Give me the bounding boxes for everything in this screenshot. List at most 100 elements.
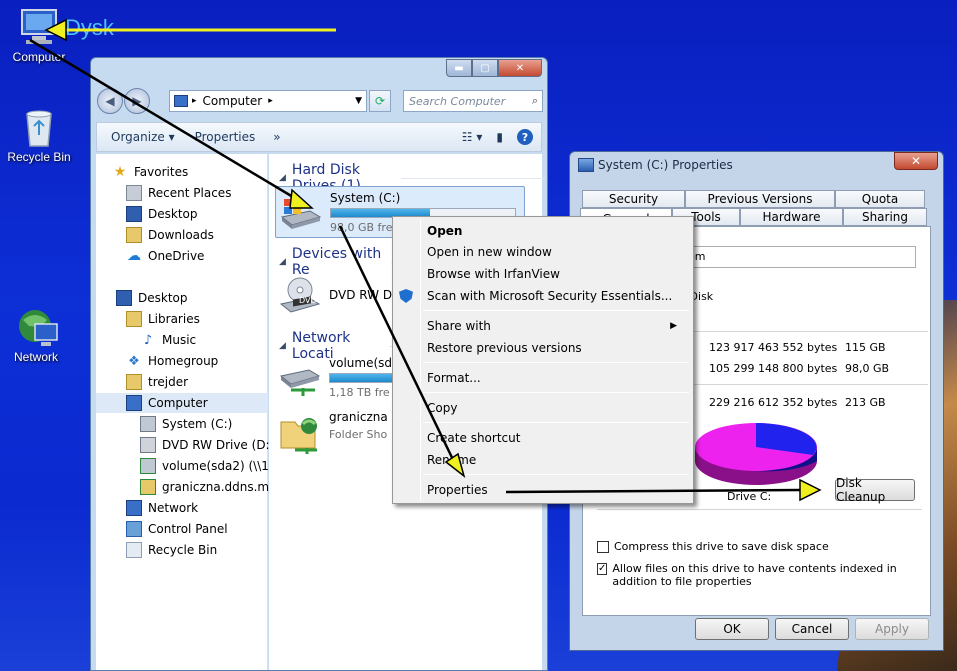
view-options-icon[interactable]: ☷ ▾	[462, 130, 483, 144]
more-commands-button[interactable]: »	[273, 130, 280, 144]
nav-label: Homegroup	[148, 354, 219, 368]
dvd-drive-icon	[279, 276, 321, 313]
context-menu: Open Open in new window Browse with Irfa…	[392, 216, 694, 504]
breadcrumb-computer[interactable]: Computer	[203, 94, 263, 108]
hard-drive-icon	[140, 416, 156, 432]
chevron-down-icon[interactable]: ▼	[355, 96, 362, 106]
drive-name: DVD RW D	[329, 288, 393, 302]
user-folder-icon	[126, 374, 142, 390]
homegroup-icon: ❖	[128, 353, 140, 369]
free-bytes: 105 299 148 800 bytes	[709, 362, 838, 375]
dvd-drive-icon	[140, 437, 156, 453]
disk-cleanup-button[interactable]: Disk Cleanup	[835, 476, 915, 504]
index-checkbox-row[interactable]: ✓ Allow files on this drive to have cont…	[597, 562, 915, 588]
nav-label: Recent Places	[148, 186, 232, 200]
menu-item-copy[interactable]: Copy	[427, 398, 687, 418]
window-controls: ▬ ▢ ✕	[446, 59, 542, 77]
desktop-icon-label: Network	[13, 350, 58, 364]
menu-item-browse-irfanview[interactable]: Browse with IrfanView	[427, 264, 687, 284]
folder-type: Folder Sho	[329, 428, 388, 441]
breadcrumb-separator-icon: ▸	[268, 96, 273, 106]
nav-label: Computer	[148, 396, 208, 410]
compress-checkbox-row[interactable]: Compress this drive to save disk space	[597, 540, 829, 553]
menu-item-share-with[interactable]: Share with ▶	[427, 316, 687, 336]
recycle-bin-icon	[18, 106, 60, 148]
menu-item-rename[interactable]: Rename	[427, 450, 687, 470]
menu-separator	[423, 392, 689, 393]
desktop-icon-network[interactable]: Network	[0, 306, 75, 364]
used-gb: 115 GB	[845, 341, 886, 354]
nav-label: Downloads	[148, 228, 214, 242]
compress-label: Compress this drive to save disk space	[614, 540, 829, 553]
network-drive-icon	[279, 360, 321, 396]
tab-sharing[interactable]: Sharing	[843, 208, 927, 226]
music-note-icon: ♪	[143, 332, 153, 348]
capacity-gb: 213 GB	[845, 396, 886, 409]
dialog-close-button[interactable]: ✕	[894, 152, 938, 170]
tab-previous-versions[interactable]: Previous Versions	[685, 190, 835, 208]
drive-free-space: 98,0 GB fre	[330, 221, 393, 234]
network-globe-icon	[15, 306, 58, 348]
nav-desktop-root[interactable]: Desktop	[116, 288, 288, 308]
menu-item-format[interactable]: Format...	[427, 368, 687, 388]
free-gb: 98,0 GB	[845, 362, 890, 375]
divider	[683, 331, 928, 332]
folder-name: graniczna	[329, 410, 388, 424]
breadcrumb-separator-icon: ▸	[192, 96, 197, 106]
tab-hardware[interactable]: Hardware	[740, 208, 843, 226]
organize-button[interactable]: Organize ▾	[111, 130, 175, 144]
cancel-button[interactable]: Cancel	[775, 618, 849, 640]
nav-favorites[interactable]: ★ Favorites	[112, 162, 284, 182]
nav-computer[interactable]: Computer	[96, 393, 268, 413]
menu-item-restore-previous[interactable]: Restore previous versions	[427, 338, 687, 358]
minimize-button[interactable]: ▬	[446, 59, 472, 77]
nav-label: volume(sda2) (\\192	[162, 459, 285, 473]
compress-checkbox[interactable]	[597, 541, 609, 553]
preview-pane-icon[interactable]: ▮	[496, 130, 503, 144]
apply-button[interactable]: Apply	[855, 618, 929, 640]
menu-item-open-new-window[interactable]: Open in new window	[427, 242, 687, 262]
tab-security[interactable]: Security	[582, 190, 685, 208]
address-row: ◀ ▶ ▸ Computer ▸ ▼ ⟳ Search Computer ⌕	[97, 88, 543, 114]
nav-label: Favorites	[134, 165, 189, 179]
menu-item-properties[interactable]: Properties	[427, 480, 687, 500]
menu-separator	[423, 362, 689, 363]
nav-label: System (C:)	[162, 417, 233, 431]
control-panel-icon	[126, 521, 142, 537]
menu-item-open[interactable]: Open	[427, 221, 687, 241]
network-drive-icon	[140, 458, 156, 474]
desktop-icon-recycle-bin[interactable]: Recycle Bin	[0, 106, 78, 164]
help-icon[interactable]: ?	[517, 129, 533, 145]
back-button[interactable]: ◀	[97, 88, 123, 114]
search-input[interactable]: Search Computer ⌕	[403, 90, 543, 112]
forward-button[interactable]: ▶	[124, 88, 150, 114]
submenu-arrow-icon: ▶	[670, 321, 677, 331]
windows-hard-drive-icon	[280, 195, 322, 231]
properties-button[interactable]: Properties	[195, 130, 256, 144]
recycle-bin-icon	[126, 542, 142, 558]
refresh-icon: ⟳	[374, 94, 386, 108]
drive-free-space: 1,18 TB fre	[329, 386, 390, 399]
address-bar[interactable]: ▸ Computer ▸ ▼	[169, 90, 367, 112]
menu-item-create-shortcut[interactable]: Create shortcut	[427, 428, 687, 448]
star-icon: ★	[113, 164, 127, 180]
tab-quota[interactable]: Quota	[835, 190, 925, 208]
ok-button[interactable]: OK	[695, 618, 769, 640]
nav-label: DVD RW Drive (D:)	[162, 438, 275, 452]
chevron-down-icon: ◢	[279, 173, 286, 183]
computer-icon	[18, 6, 60, 48]
command-bar: Organize ▾ Properties » ☷ ▾ ▮ ?	[96, 122, 542, 152]
volume-name-input[interactable]: em	[683, 246, 916, 268]
index-checkbox[interactable]: ✓	[597, 563, 608, 575]
network-folder-icon	[279, 414, 321, 454]
nav-label: trejder	[148, 375, 189, 389]
maximize-button[interactable]: ▢	[472, 59, 498, 77]
annotation-label: Dysk	[65, 15, 114, 40]
network-folder-icon	[140, 479, 156, 495]
nav-label: Desktop	[148, 207, 198, 221]
refresh-button[interactable]: ⟳	[369, 90, 391, 112]
close-button[interactable]: ✕	[498, 59, 542, 77]
used-bytes: 123 917 463 552 bytes	[709, 341, 838, 354]
menu-item-scan-mse[interactable]: Scan with Microsoft Security Essentials.…	[427, 286, 687, 306]
computer-small-icon	[126, 395, 142, 411]
